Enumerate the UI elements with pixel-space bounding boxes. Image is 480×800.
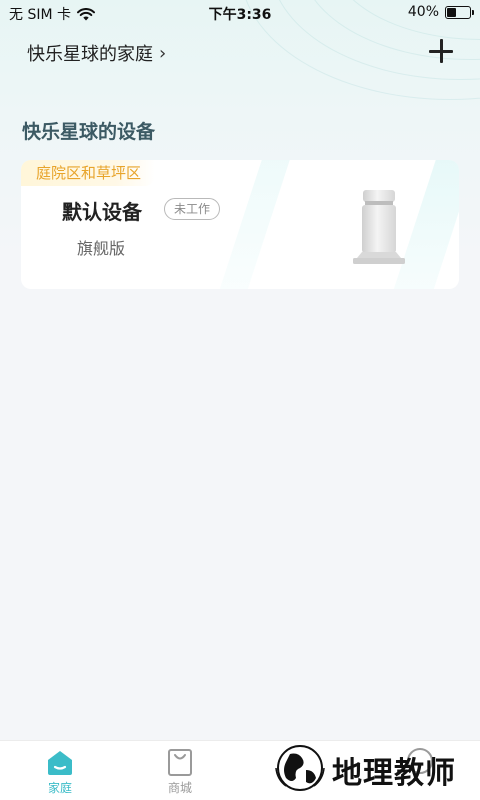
device-image: [353, 190, 405, 264]
tab-home[interactable]: 家庭: [20, 747, 100, 796]
device-card[interactable]: 庭院区和草坪区 默认设备 未工作 旗舰版: [21, 160, 459, 289]
tab-shop-label: 商城: [167, 781, 192, 795]
card-decoration: [209, 160, 297, 289]
battery-percent: 40%: [407, 4, 439, 20]
chevron-right-icon: ›: [159, 42, 167, 64]
home-name: 快乐星球的家庭: [27, 44, 153, 65]
watermark-text: 地理教师: [332, 756, 456, 791]
tab-home-label: 家庭: [47, 781, 72, 795]
device-name: 默认设备: [62, 200, 142, 224]
app-header: 快乐星球的家庭 ›: [0, 30, 480, 74]
device-model: 旗舰版: [77, 239, 126, 258]
watermark: 地理教师: [272, 740, 472, 796]
zone-tag: 庭院区和草坪区: [21, 160, 156, 186]
battery-icon: [445, 5, 474, 19]
tab-shop[interactable]: 商城: [140, 747, 220, 796]
globe-logo-icon: [275, 745, 325, 791]
shop-bag-icon: [168, 749, 192, 776]
home-switcher[interactable]: 快乐星球的家庭 ›: [27, 40, 166, 66]
status-bar: 无 SIM 卡 下午3:36 40%: [0, 0, 480, 26]
add-device-button[interactable]: [428, 38, 454, 64]
home-icon: [48, 751, 72, 775]
status-badge: 未工作: [164, 198, 221, 220]
section-title: 快乐星球的设备: [22, 121, 156, 143]
